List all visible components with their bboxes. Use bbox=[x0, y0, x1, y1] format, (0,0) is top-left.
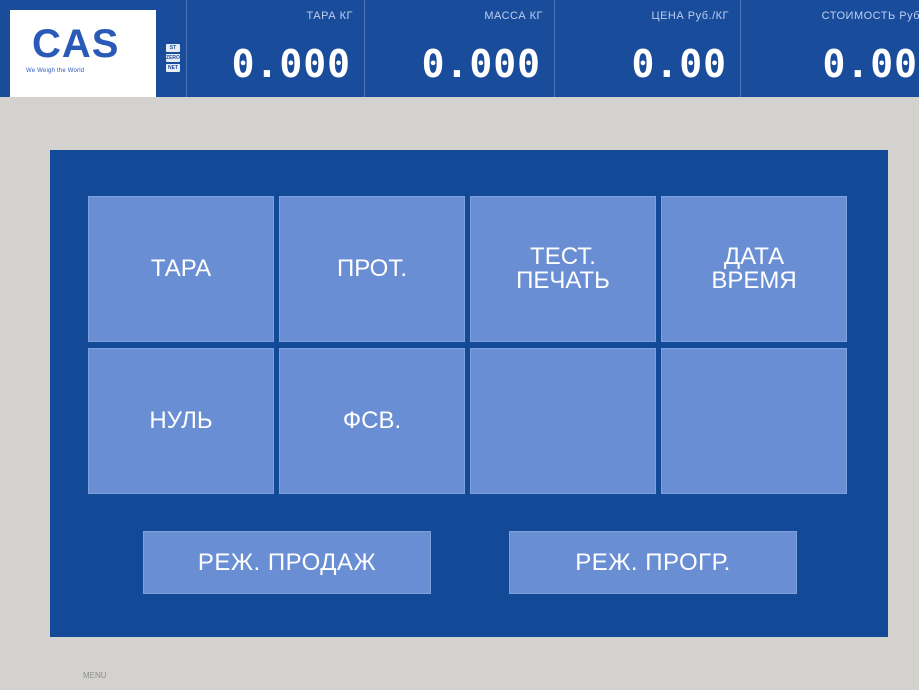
logo: CAS We Weigh the World bbox=[10, 10, 156, 97]
tare-value: 0.000 bbox=[231, 42, 351, 86]
prot-key[interactable]: ПРОТ. bbox=[279, 196, 465, 342]
total-price-display: СТОИМОСТЬ Руб 0.00 bbox=[740, 0, 919, 97]
price-label: ЦЕНА Руб./КГ bbox=[651, 10, 729, 22]
header-bar: CAS We Weigh the World ST ZERO NET ТАРА … bbox=[0, 0, 919, 97]
price-display: ЦЕНА Руб./КГ 0.00 bbox=[554, 0, 735, 97]
weight-label: МАССА КГ bbox=[484, 10, 543, 22]
footer-label: MENU bbox=[83, 671, 107, 680]
net-icon: NET bbox=[166, 64, 180, 72]
blank-key-2[interactable] bbox=[661, 348, 847, 494]
date-time-key[interactable]: ДАТА ВРЕМЯ bbox=[661, 196, 847, 342]
logo-tagline: We Weigh the World bbox=[26, 68, 85, 74]
tare-display: ТАРА КГ 0.000 bbox=[186, 0, 359, 97]
total-price-label: СТОИМОСТЬ Руб bbox=[821, 10, 919, 22]
weight-display: МАССА КГ 0.000 bbox=[364, 0, 549, 97]
zero-key[interactable]: НУЛЬ bbox=[88, 348, 274, 494]
tare-key[interactable]: ТАРА bbox=[88, 196, 274, 342]
blank-key-1[interactable] bbox=[470, 348, 656, 494]
total-price-value: 0.00 bbox=[822, 42, 918, 86]
zero-icon: ZERO bbox=[166, 54, 180, 62]
tare-label: ТАРА КГ bbox=[306, 10, 353, 22]
fsv-key[interactable]: ФСВ. bbox=[279, 348, 465, 494]
price-value: 0.00 bbox=[631, 42, 727, 86]
sales-mode-button[interactable]: РЕЖ. ПРОДАЖ bbox=[143, 531, 431, 594]
stable-icon: ST bbox=[166, 44, 180, 52]
test-print-key[interactable]: ТЕСТ. ПЕЧАТЬ bbox=[470, 196, 656, 342]
weight-value: 0.000 bbox=[421, 42, 541, 86]
program-mode-button[interactable]: РЕЖ. ПРОГР. bbox=[509, 531, 797, 594]
logo-text: CAS bbox=[32, 22, 120, 66]
status-indicators: ST ZERO NET bbox=[166, 44, 180, 74]
menu-panel: ТАРА ПРОТ. ТЕСТ. ПЕЧАТЬ ДАТА ВРЕМЯ НУЛЬ … bbox=[50, 150, 888, 637]
